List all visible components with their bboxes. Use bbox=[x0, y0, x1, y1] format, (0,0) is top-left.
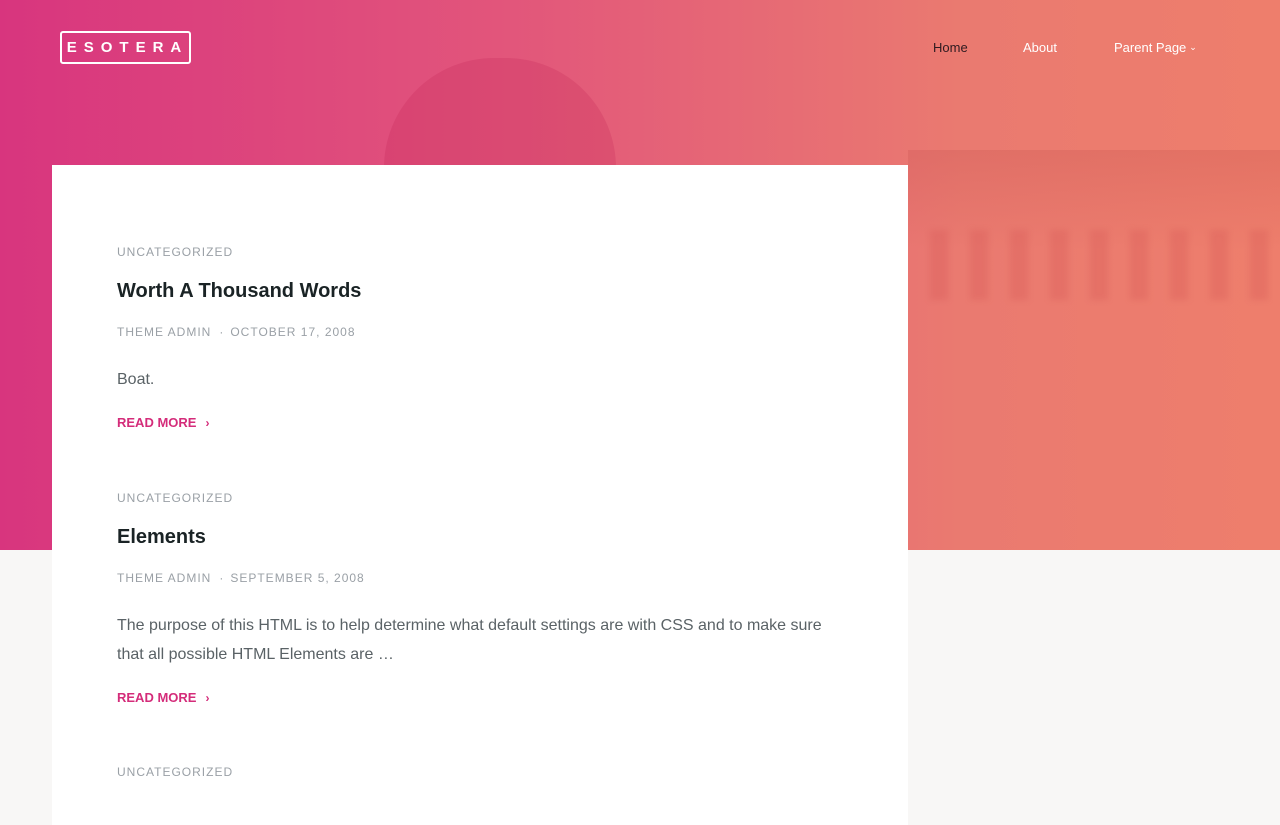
meta-separator: · bbox=[219, 571, 225, 585]
chevron-right-icon: › bbox=[205, 416, 210, 430]
post-author[interactable]: THEME ADMIN bbox=[117, 571, 211, 585]
post-item: UNCATEGORIZED Elements THEME ADMIN · SEPTE… bbox=[117, 491, 837, 707]
post-meta: THEME ADMIN · SEPTEMBER 5, 2008 bbox=[117, 571, 837, 585]
site-logo[interactable]: ESOTERA bbox=[60, 31, 191, 64]
read-more-link[interactable]: READ MORE › bbox=[117, 690, 209, 705]
nav-item-parent-page[interactable]: Parent Page ⌄ bbox=[1114, 40, 1197, 55]
post-category[interactable]: UNCATEGORIZED bbox=[117, 491, 837, 505]
meta-separator: · bbox=[219, 325, 225, 339]
chevron-right-icon: › bbox=[205, 691, 210, 705]
post-item: UNCATEGORIZED Worth A Thousand Words THE… bbox=[117, 245, 837, 432]
post-author[interactable]: THEME ADMIN bbox=[117, 325, 211, 339]
post-title[interactable]: Worth A Thousand Words bbox=[117, 280, 837, 303]
post-excerpt: Boat. bbox=[117, 371, 155, 388]
main-nav: Home About Parent Page ⌄ bbox=[933, 40, 1213, 56]
read-more-label: READ MORE bbox=[117, 415, 197, 430]
post-category[interactable]: UNCATEGORIZED bbox=[117, 245, 837, 259]
post-item: UNCATEGORIZED bbox=[117, 765, 837, 779]
nav-item-parent-page-label: Parent Page bbox=[1114, 40, 1187, 55]
chevron-down-icon: ⌄ bbox=[1189, 42, 1197, 52]
posts-card: UNCATEGORIZED Worth A Thousand Words THE… bbox=[52, 165, 908, 825]
nav-item-about[interactable]: About bbox=[1023, 40, 1057, 55]
post-date[interactable]: SEPTEMBER 5, 2008 bbox=[230, 571, 364, 585]
post-category[interactable]: UNCATEGORIZED bbox=[117, 765, 837, 779]
hero-image-crowd bbox=[930, 230, 1270, 300]
read-more-link[interactable]: READ MORE › bbox=[117, 415, 209, 430]
read-more-label: READ MORE bbox=[117, 690, 197, 705]
nav-item-home[interactable]: Home bbox=[933, 40, 968, 55]
post-date[interactable]: OCTOBER 17, 2008 bbox=[230, 325, 355, 339]
post-title[interactable]: Elements bbox=[117, 526, 837, 549]
post-meta: THEME ADMIN · OCTOBER 17, 2008 bbox=[117, 325, 837, 339]
post-excerpt: The purpose of this HTML is to help dete… bbox=[117, 617, 822, 663]
